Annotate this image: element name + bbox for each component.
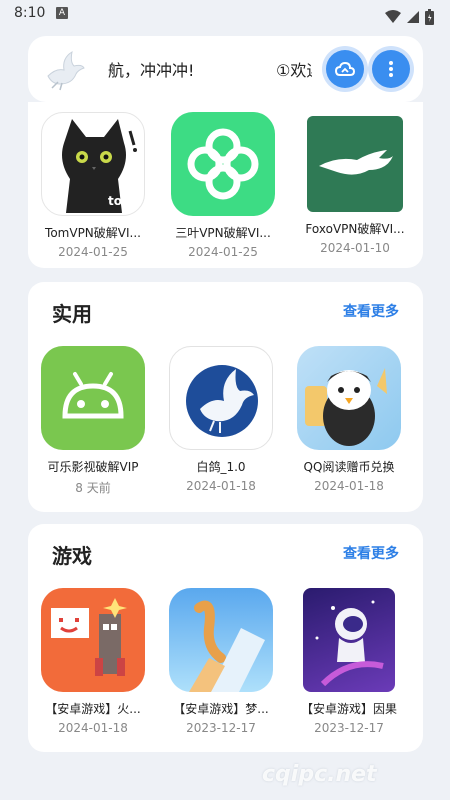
notification-icon: A [56, 7, 68, 19]
app-name: 三叶VPN破解VI... [175, 226, 271, 240]
app-section-practical: 实用 查看更多 可乐影视破解VIP 8 天前 白鸽_1.0 2024-01-18 [28, 282, 423, 512]
app-date: 2024-01-18 [58, 721, 128, 735]
white-dove-icon [169, 346, 273, 450]
app-date: 2024-01-10 [320, 241, 390, 255]
app-item[interactable]: 【安卓游戏】因果 2023-12-17 [284, 588, 414, 735]
see-more-link[interactable]: 查看更多 [343, 543, 399, 563]
app-item[interactable]: 可乐影视破解VIP 8 天前 [28, 346, 158, 496]
pixel-rocket-icon [41, 588, 145, 692]
app-item[interactable]: tom TomVPN破解VI... 2024-01-25 [28, 112, 158, 259]
more-vertical-icon [389, 61, 393, 77]
app-date: 2024-01-18 [314, 479, 384, 493]
app-name: 【安卓游戏】梦... [173, 702, 269, 716]
app-date: 2023-12-17 [314, 721, 384, 735]
signal-icon [406, 10, 419, 23]
marquee-text: 航，冲冲冲! [108, 61, 195, 80]
cloud-button[interactable] [326, 50, 364, 88]
cloud-icon [335, 61, 355, 76]
app-name: TomVPN破解VI... [45, 226, 141, 240]
app-date: 2024-01-25 [188, 245, 258, 259]
app-date: 2024-01-25 [58, 245, 128, 259]
clover-icon [171, 112, 275, 216]
app-name: 【安卓游戏】因果 [300, 702, 397, 716]
app-date: 8 天前 [75, 481, 111, 495]
svg-text:tom: tom [108, 194, 134, 208]
app-item[interactable]: FoxoVPN破解VI... 2024-01-10 [290, 112, 420, 255]
app-name: 可乐影视破解VIP [47, 460, 139, 474]
marquee-text-tail: ①欢迎 [276, 61, 312, 80]
section-title: 实用 [52, 302, 92, 326]
app-item[interactable]: QQ阅读赠币兑换 2024-01-18 [284, 346, 414, 493]
site-watermark: cqipc.net [262, 762, 377, 787]
section-title: 游戏 [52, 544, 92, 568]
app-date: 2023-12-17 [186, 721, 256, 735]
dream-path-icon [169, 588, 273, 692]
astronaut-icon [303, 588, 395, 692]
battery-icon [425, 8, 434, 25]
app-name: 白鸽_1.0 [196, 460, 246, 474]
status-icons [384, 6, 434, 25]
status-time: 8:10 [14, 5, 46, 21]
app-date: 2024-01-18 [186, 479, 256, 493]
see-more-link[interactable]: 查看更多 [343, 301, 399, 321]
header-bar: 航，冲冲冲! ①欢迎 [28, 36, 423, 102]
app-item[interactable]: 白鸽_1.0 2024-01-18 [156, 346, 286, 493]
black-cat-icon: tom [41, 112, 145, 216]
penguin-icon [297, 346, 401, 450]
android-icon [41, 346, 145, 450]
more-options-button[interactable] [372, 50, 410, 88]
wifi-icon [384, 9, 401, 23]
app-name: 【安卓游戏】火... [45, 702, 141, 716]
status-bar: 8:10 A [0, 0, 450, 28]
fox-icon [307, 116, 403, 212]
app-name: FoxoVPN破解VI... [305, 222, 405, 236]
app-section-vpn: tom TomVPN破解VI... 2024-01-25 三叶VPN破解VI..… [28, 102, 423, 268]
dove-logo-icon [47, 50, 85, 91]
app-section-games: 游戏 查看更多 【安卓游戏】火... 2024-01-18 【安卓游戏】梦...… [28, 524, 423, 752]
app-item[interactable]: 【安卓游戏】梦... 2023-12-17 [156, 588, 286, 735]
app-name: QQ阅读赠币兑换 [303, 460, 395, 474]
app-item[interactable]: 【安卓游戏】火... 2024-01-18 [28, 588, 158, 735]
app-item[interactable]: 三叶VPN破解VI... 2024-01-25 [158, 112, 288, 259]
